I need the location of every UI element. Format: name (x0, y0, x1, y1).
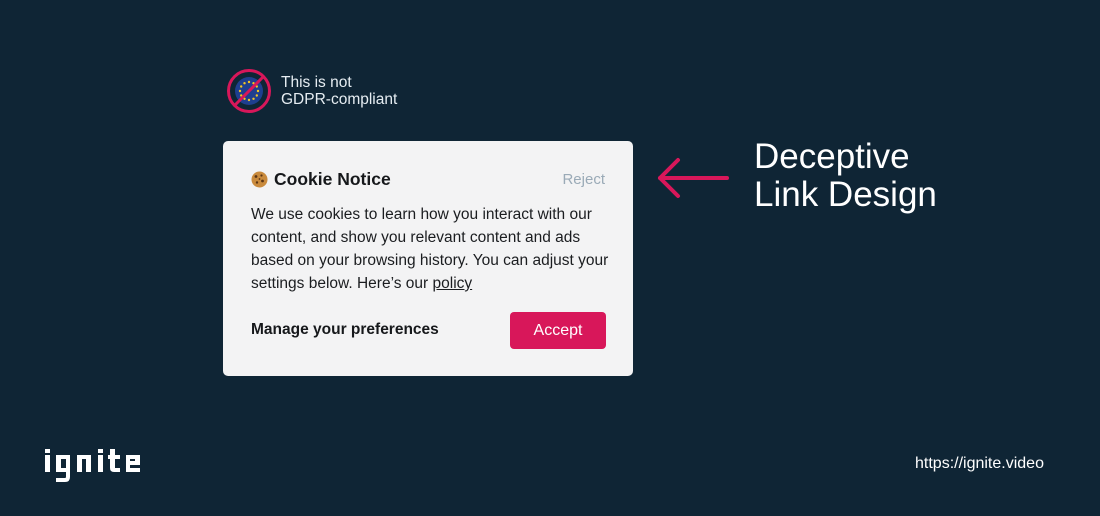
cookie-notice-body: We use cookies to learn how you interact… (251, 203, 611, 295)
cookie-notice-header: Cookie Notice Reject (251, 169, 605, 190)
eu-flag-prohibited-icon (227, 69, 271, 113)
slide: This is not GDPR-compliant Cookie Notice… (0, 0, 1100, 516)
accept-button[interactable]: Accept (510, 312, 606, 349)
manage-preferences-link[interactable]: Manage your preferences (251, 321, 439, 339)
cookie-notice-body-text: We use cookies to learn how you interact… (251, 206, 609, 292)
gdpr-text: This is not GDPR-compliant (281, 74, 397, 108)
gdpr-badge: This is not GDPR-compliant (226, 68, 397, 114)
logo-text: ignite (42, 444, 45, 445)
annotation-heading: Deceptive Link Design (754, 138, 937, 214)
gdpr-line-2: GDPR-compliant (281, 91, 398, 108)
cookie-icon (251, 171, 268, 188)
annotation-line-2: Link Design (754, 175, 937, 214)
footer-url[interactable]: https://ignite.video (915, 455, 1044, 473)
ignite-logo: ignite (42, 444, 140, 482)
arrow-left-icon (658, 158, 729, 198)
policy-link[interactable]: policy (433, 275, 473, 292)
gdpr-line-1: This is not (281, 74, 352, 91)
annotation-line-1: Deceptive (754, 137, 910, 176)
reject-link[interactable]: Reject (562, 171, 605, 188)
cookie-notice-title-text: Cookie Notice (274, 169, 391, 189)
cookie-notice-title: Cookie Notice (251, 169, 391, 190)
cookie-notice-card: Cookie Notice Reject We use cookies to l… (223, 141, 633, 376)
